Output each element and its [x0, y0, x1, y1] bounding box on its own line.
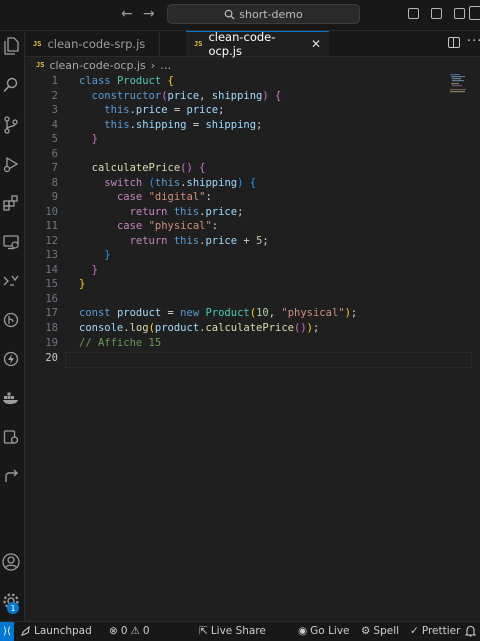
spell-label: Spell	[373, 625, 400, 637]
code-line: 2 constructor(price, shipping) {	[51, 90, 282, 102]
launchpad-item[interactable]: Launchpad	[20, 625, 92, 637]
test-explorer-icon[interactable]	[1, 271, 21, 291]
share-icon[interactable]	[1, 466, 21, 486]
breadcrumb-more[interactable]: …	[160, 59, 171, 72]
close-icon[interactable]: ✕	[311, 37, 321, 51]
broadcast-icon: ◉	[298, 625, 308, 637]
tab-label: clean-code-srp.js	[47, 36, 146, 51]
code-line: 13 }	[45, 249, 111, 261]
code-line: 8 switch (this.shipping) {	[51, 177, 257, 189]
code-line: 10 return this.price;	[45, 206, 244, 218]
forward-arrow-icon[interactable]: →	[143, 6, 155, 22]
activity-bar	[0, 31, 25, 621]
gear-icon: ⚙	[361, 625, 371, 637]
code-line: 11 case "physical":	[45, 220, 219, 232]
code-line: 20	[45, 352, 58, 364]
live-share-item[interactable]: ⇱ Live Share	[199, 625, 266, 637]
code-line: 17 const product = new Product(10, "physi…	[45, 307, 358, 319]
tab-clean-code-ocp[interactable]: JS clean-code-ocp.js ✕	[186, 30, 329, 58]
go-live-label: Go Live	[310, 625, 350, 637]
breadcrumb: JS clean-code-ocp.js › …	[36, 57, 171, 73]
remote-indicator-icon[interactable]: ⟩⟨	[0, 622, 14, 641]
toggle-secondary-sidebar-icon[interactable]	[454, 8, 465, 19]
prettier-item[interactable]: ✓ Prettier	[410, 625, 460, 637]
error-count: 0	[120, 625, 128, 637]
live-share-icon: ⇱	[199, 625, 208, 637]
breadcrumb-file[interactable]: clean-code-ocp.js	[49, 59, 145, 72]
search-icon	[224, 9, 235, 20]
split-editor-icon[interactable]	[448, 37, 460, 48]
spell-item[interactable]: ⚙ Spell	[361, 625, 399, 637]
toggle-sidebar-icon[interactable]	[408, 8, 419, 19]
tab-label: clean-code-ocp.js	[208, 30, 276, 58]
status-bar: ⟩⟨ Launchpad ⊗ 0 ⚠ 0 ⇱ Live Share ◉ Go L…	[0, 621, 480, 641]
extensions-icon[interactable]	[1, 193, 21, 213]
more-actions-icon[interactable]: ···	[467, 34, 480, 49]
code-line: 18 console.log(product.calculatePrice());	[45, 322, 320, 334]
back-arrow-icon[interactable]: ←	[121, 6, 133, 22]
chevron-right-icon: ›	[150, 58, 156, 72]
remote-settings-icon[interactable]	[1, 427, 21, 447]
js-file-icon: JS	[33, 39, 42, 48]
bell-icon[interactable]	[465, 625, 476, 637]
code-line: 12 return this.price + 5;	[45, 235, 269, 247]
js-file-icon: JS	[36, 61, 45, 69]
code-line: 7 calculatePrice() {	[51, 162, 206, 174]
js-file-icon: JS	[194, 40, 203, 48]
git-graph-icon[interactable]	[1, 310, 21, 330]
search-label: short-demo	[239, 7, 303, 21]
explorer-icon[interactable]	[1, 36, 21, 56]
go-live-item[interactable]: ◉ Go Live	[298, 625, 350, 637]
title-bar: ← → short-demo	[0, 0, 480, 31]
toggle-panel-icon[interactable]	[431, 8, 442, 19]
code-line: 5 }	[51, 133, 98, 145]
prettier-label: Prettier	[421, 625, 461, 637]
code-line: 6	[51, 148, 58, 160]
editor-tabs: JS clean-code-srp.js JS clean-code-ocp.j…	[25, 30, 480, 58]
code-line: 3 this.price = price;	[51, 104, 225, 116]
rocket-icon	[20, 625, 30, 636]
launchpad-label: Launchpad	[34, 625, 92, 637]
search-view-icon[interactable]	[1, 75, 21, 95]
code-line: 19// Affiche 15	[45, 337, 162, 349]
run-debug-icon[interactable]	[1, 154, 21, 174]
error-icon: ⊗	[109, 625, 118, 637]
remote-explorer-icon[interactable]	[1, 232, 21, 252]
account-icon[interactable]	[1, 552, 21, 572]
customize-layout-icon[interactable]	[469, 6, 480, 20]
code-line: 4 this.shipping = shipping;	[51, 119, 263, 131]
minimap[interactable]	[449, 73, 469, 103]
code-line: 16	[45, 293, 58, 305]
code-editor[interactable]: 1 class Product { 2 constructor(price, sh…	[25, 73, 480, 621]
warning-icon: ⚠	[130, 625, 140, 637]
problems-item[interactable]: ⊗ 0 ⚠ 0	[109, 625, 150, 637]
code-line: 9 case "digital":	[51, 191, 212, 203]
docker-icon[interactable]	[1, 388, 21, 408]
tab-clean-code-srp[interactable]: JS clean-code-srp.js	[25, 31, 160, 56]
command-center-search[interactable]: short-demo	[167, 4, 360, 24]
live-share-label: Live Share	[210, 625, 266, 637]
code-line: 15}	[45, 278, 86, 290]
check-double-icon: ✓	[410, 625, 419, 637]
notification-badge: 1	[7, 602, 19, 614]
lightning-icon[interactable]	[1, 349, 21, 369]
source-control-icon[interactable]	[1, 115, 21, 135]
warning-count: 0	[142, 625, 150, 637]
code-line: 14 }	[45, 264, 98, 276]
code-line: 1 class Product {	[51, 75, 174, 87]
